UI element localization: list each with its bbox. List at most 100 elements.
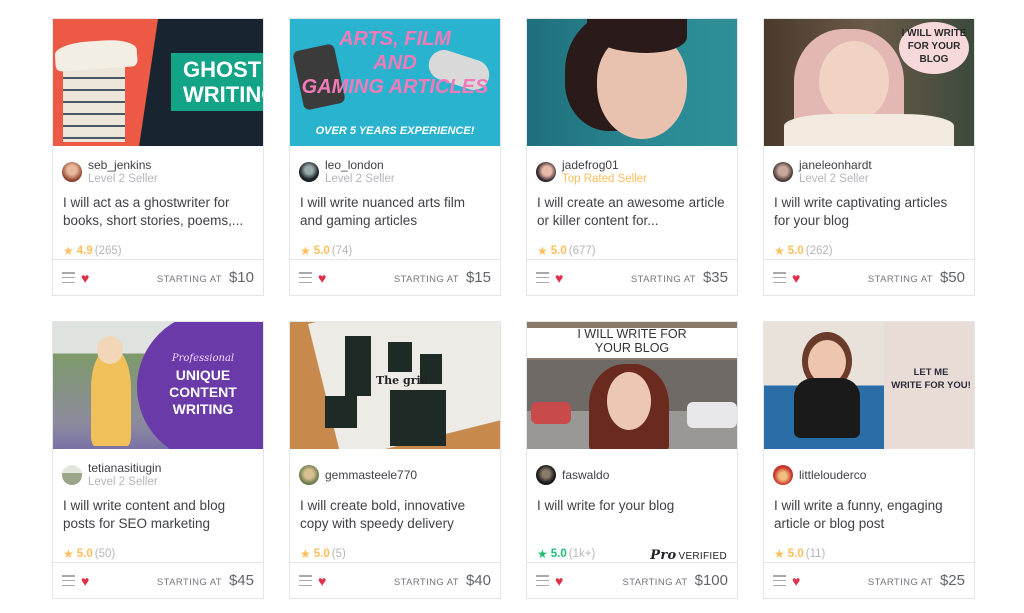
gig-card[interactable]: Professional UNIQUE CONTENT WRITING teti… [52,321,264,599]
thumb-text: WRITING [172,401,234,417]
heart-icon[interactable]: ♥ [81,574,89,588]
rating-value: 4.9 [76,245,93,257]
gig-thumbnail[interactable]: GHOST WRITING [53,19,263,146]
price[interactable]: STARTING AT $40 [394,572,491,589]
price[interactable]: STARTING AT $50 [868,269,965,286]
card-footer: ♥ STARTING AT $35 [527,259,737,295]
gig-thumbnail[interactable]: ARTS, FILM AND GAMING ARTICLES OVER 5 YE… [290,19,500,146]
gig-thumbnail[interactable]: Professional UNIQUE CONTENT WRITING [53,322,263,449]
gig-card[interactable]: I WILL WRITE FOR YOUR BLOG janeleonhardt… [763,18,975,296]
gig-title[interactable]: I will write for your blog [527,491,737,541]
menu-icon[interactable] [62,575,75,586]
gig-thumbnail[interactable]: I WILL WRITE FOR YOUR BLOG [527,322,737,449]
menu-icon[interactable] [536,272,549,283]
gig-card[interactable]: The grid gemmasteele770 I will create bo… [289,321,501,599]
gig-thumbnail[interactable]: I WILL WRITE FOR YOUR BLOG [764,19,974,146]
gig-card[interactable]: ARTS, FILM AND GAMING ARTICLES OVER 5 YE… [289,18,501,296]
seller-level: Level 2 Seller [799,173,869,185]
starting-at-label: STARTING AT [393,577,459,588]
starting-at-label: STARTING AT [622,577,688,588]
heart-icon[interactable]: ♥ [81,271,89,285]
price[interactable]: STARTING AT $35 [631,269,728,286]
price[interactable]: STARTING AT $45 [157,572,254,589]
price-value: $25 [939,572,965,589]
gig-card[interactable]: LET ME WRITE FOR YOU! littlelouderco I w… [763,321,975,599]
seller-name[interactable]: gemmasteele770 [325,468,417,482]
seller-level: Level 2 Seller [88,476,158,488]
gig-title[interactable]: I will write a funny, engaging article o… [764,491,974,541]
rating-value: 5.0 [787,245,804,257]
gig-title[interactable]: I will create bold, innovative copy with… [290,491,500,541]
gig-title[interactable]: I will act as a ghostwriter for books, s… [53,188,263,238]
star-icon: ★ [300,244,311,258]
gig-thumbnail[interactable]: LET ME WRITE FOR YOU! [764,322,974,449]
heart-icon[interactable]: ♥ [792,574,800,588]
avatar[interactable] [299,465,319,485]
avatar[interactable] [62,465,82,485]
heart-icon[interactable]: ♥ [318,271,326,285]
heart-icon[interactable]: ♥ [555,574,563,588]
avatar[interactable] [773,465,793,485]
rating-count: (1k+) [568,548,596,560]
gig-title[interactable]: I will create an awesome article or kill… [527,188,737,238]
gig-title[interactable]: I will write nuanced arts film and gamin… [290,188,500,238]
verified-label: VERIFIED [678,551,727,562]
thumb-text: Professional [171,353,235,364]
seller-name[interactable]: littlelouderco [799,468,866,482]
seller-level: Top Rated Seller [562,173,648,185]
heart-icon[interactable]: ♥ [318,574,326,588]
price[interactable]: STARTING AT $15 [394,269,491,286]
rating-count: (677) [568,245,596,257]
avatar[interactable] [773,162,793,182]
heart-icon[interactable]: ♥ [792,271,800,285]
avatar[interactable] [62,162,82,182]
rating-count: (74) [331,245,353,257]
gig-grid: GHOST WRITING seb_jenkins Level 2 Seller… [52,18,975,599]
price-value: $50 [939,269,965,286]
rating-count: (5) [331,548,346,560]
menu-icon[interactable] [62,272,75,283]
seller-name[interactable]: leo_london [325,158,395,172]
gig-card[interactable]: I WILL WRITE FOR YOUR BLOG faswaldo I wi… [526,321,738,599]
thumb-text: I WILL WRITE FOR [577,327,687,341]
gig-title[interactable]: I will write captivating articles for yo… [764,188,974,238]
menu-icon[interactable] [773,272,786,283]
menu-icon[interactable] [536,575,549,586]
seller-info: jadefrog01 Top Rated Seller [527,146,737,188]
starting-at-label: STARTING AT [156,274,222,285]
avatar[interactable] [299,162,319,182]
card-footer: ♥ STARTING AT $25 [764,562,974,598]
avatar[interactable] [536,465,556,485]
star-icon: ★ [774,547,785,561]
seller-info: seb_jenkins Level 2 Seller [53,146,263,188]
price-value: $45 [228,572,254,589]
menu-icon[interactable] [299,575,312,586]
gig-thumbnail[interactable] [527,19,737,146]
rating-value: 5.0 [787,548,804,560]
seller-name[interactable]: tetianasitiugin [88,461,161,475]
star-icon: ★ [774,244,785,258]
price[interactable]: STARTING AT $100 [623,572,728,589]
gig-card[interactable]: jadefrog01 Top Rated Seller I will creat… [526,18,738,296]
seller-name[interactable]: seb_jenkins [88,158,158,172]
seller-name[interactable]: faswaldo [562,468,609,482]
price[interactable]: STARTING AT $10 [157,269,254,286]
thumb-text: OVER 5 YEARS EXPERIENCE! [315,125,475,137]
heart-icon[interactable]: ♥ [555,271,563,285]
gig-card[interactable]: GHOST WRITING seb_jenkins Level 2 Seller… [52,18,264,296]
thumb-text: WRITE FOR YOU! [891,380,971,391]
seller-info: faswaldo [527,449,737,491]
seller-name[interactable]: jadefrog01 [562,158,647,172]
gig-thumbnail[interactable]: The grid [290,322,500,449]
gig-title[interactable]: I will write content and blog posts for … [53,491,263,541]
menu-icon[interactable] [773,575,786,586]
price-value: $15 [465,269,491,286]
thumb-text: I WILL WRITE [901,28,967,39]
thumb-text: CONTENT [169,384,237,400]
avatar[interactable] [536,162,556,182]
card-footer: ♥ STARTING AT $40 [290,562,500,598]
rating-value: 5.0 [550,245,567,257]
seller-name[interactable]: janeleonhardt [799,158,872,172]
menu-icon[interactable] [299,272,312,283]
price[interactable]: STARTING AT $25 [868,572,965,589]
